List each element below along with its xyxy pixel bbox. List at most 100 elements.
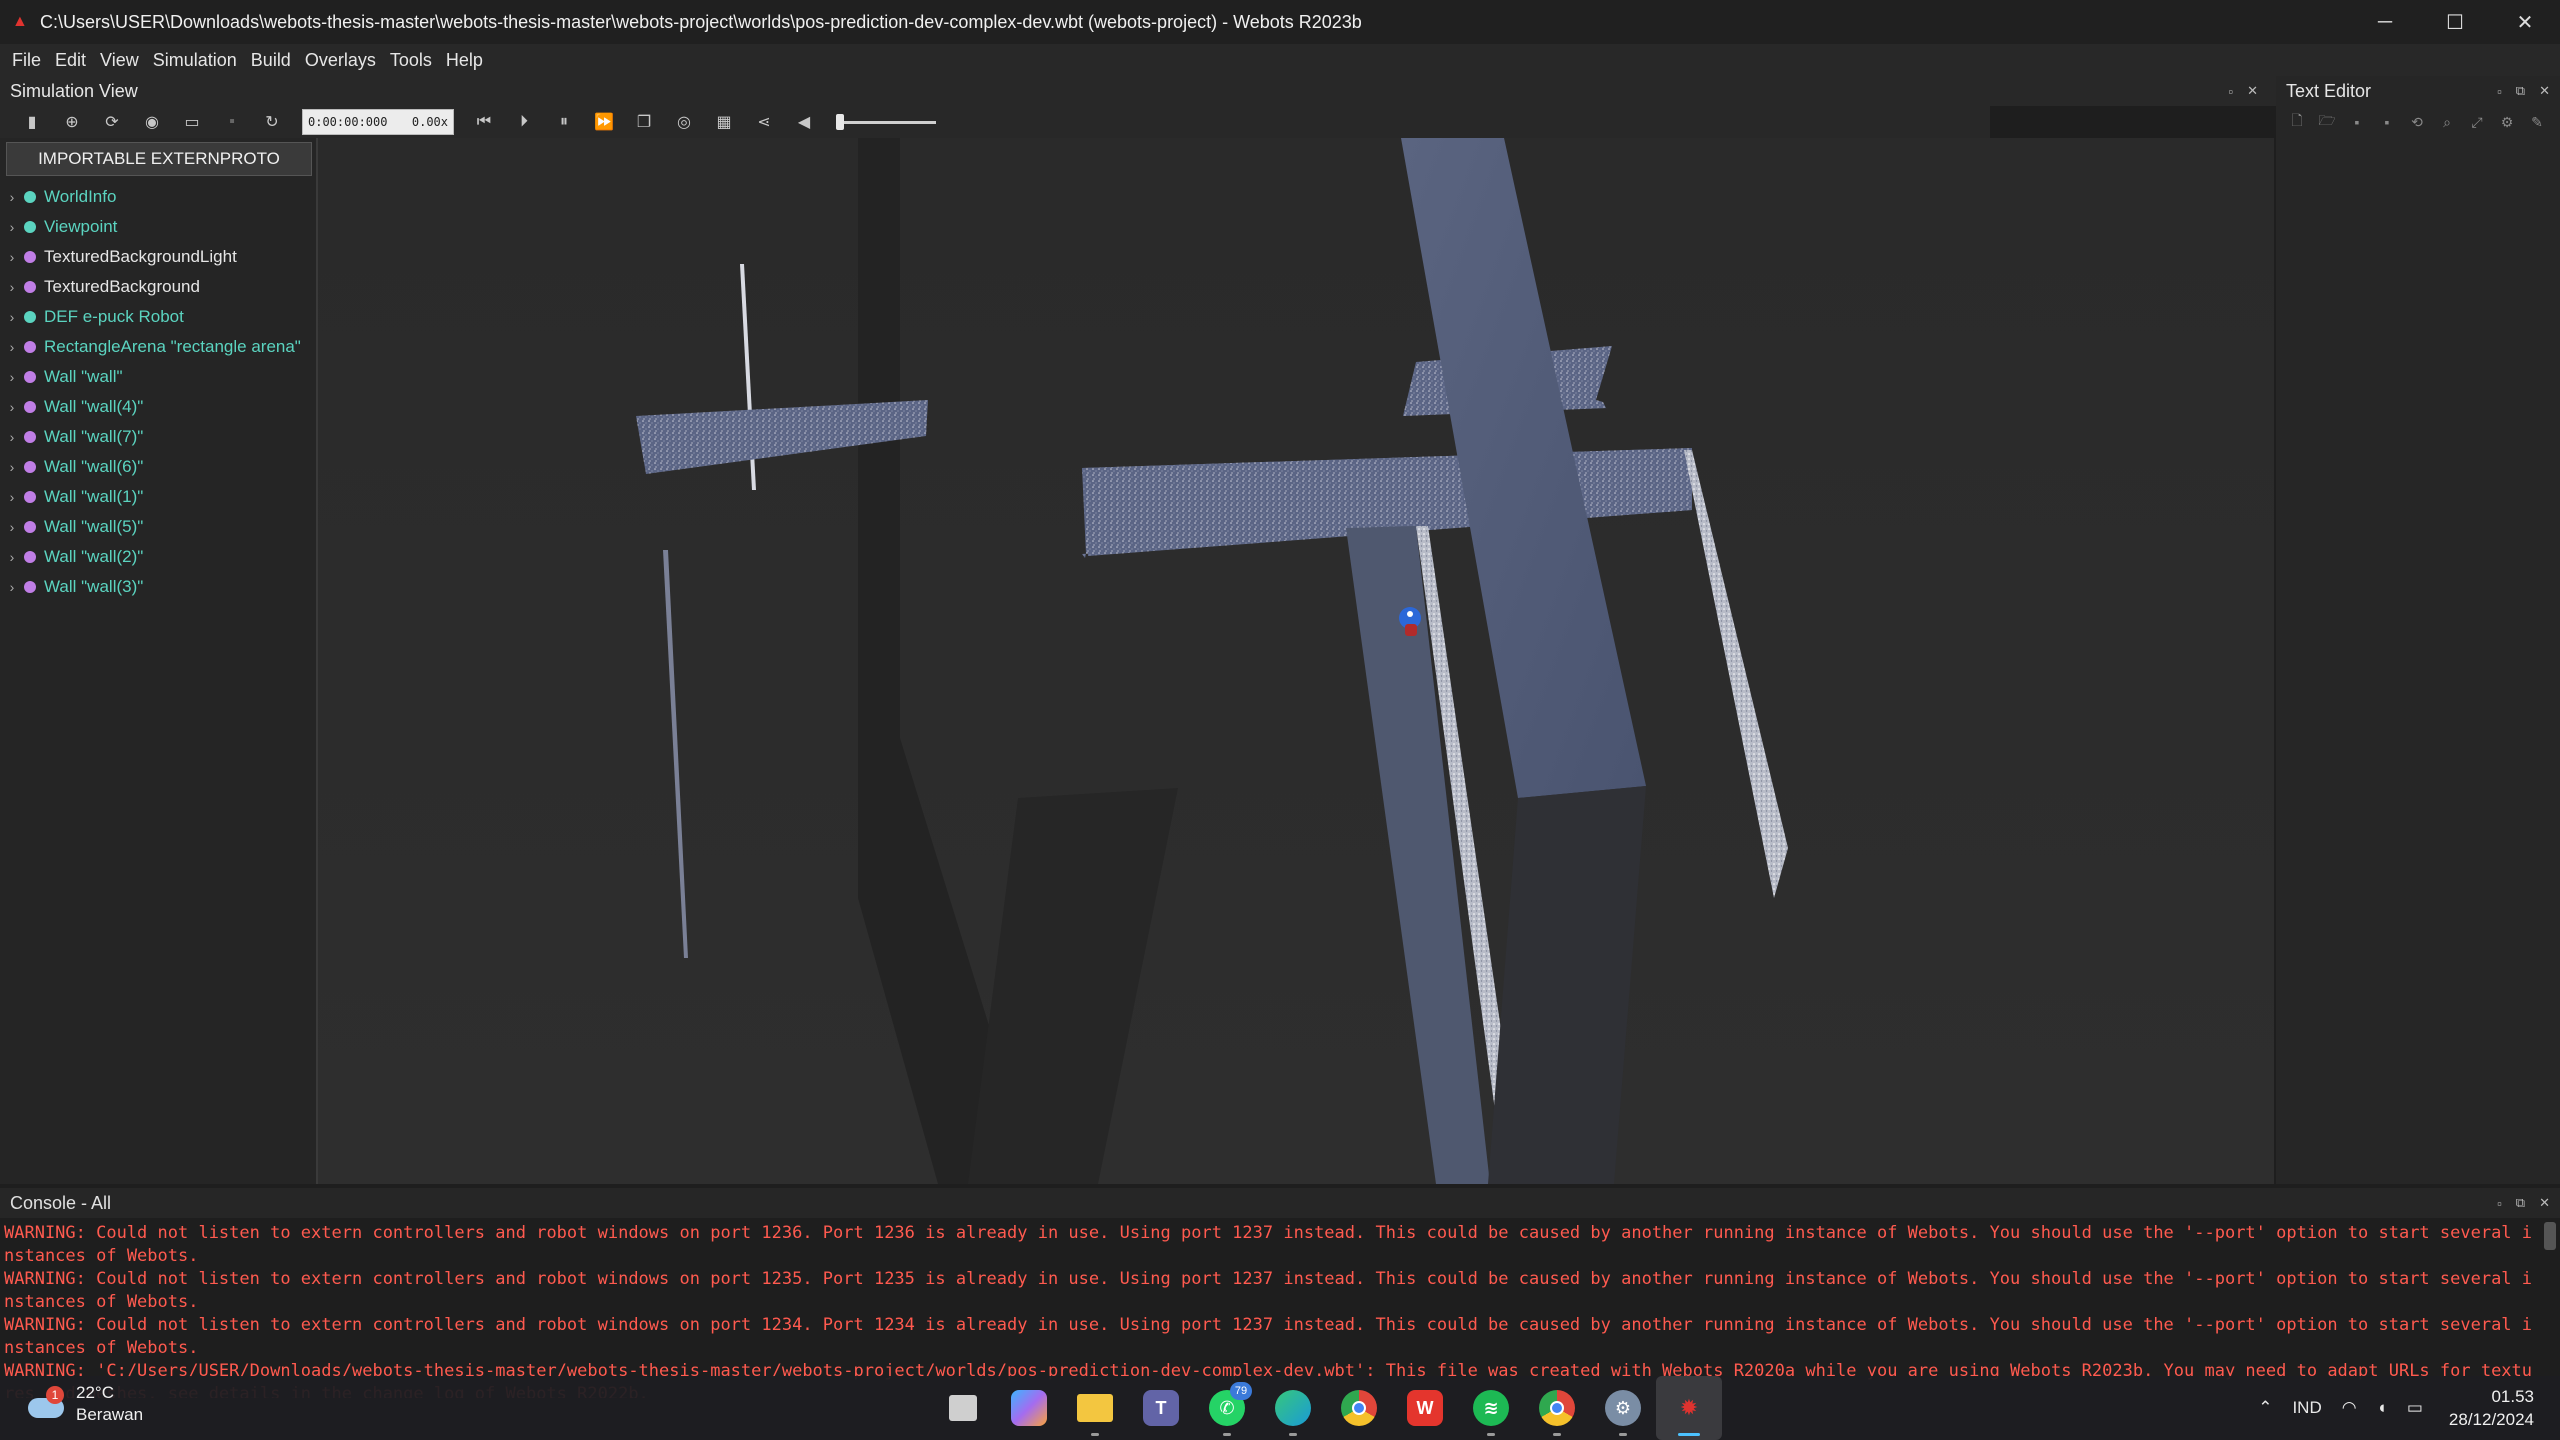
save-world-icon[interactable]: ▪ [221,111,243,133]
menu-tools[interactable]: Tools [384,50,438,71]
scene-tree-node[interactable]: › Wall "wall(7)" [0,422,316,452]
volume-slider-handle[interactable] [836,114,844,130]
menu-build[interactable]: Build [245,50,297,71]
find-icon[interactable]: ⌕ [2436,111,2458,133]
chrome-button[interactable] [1326,1376,1392,1440]
rendering-toggle-icon[interactable]: ❐ [633,111,655,133]
start-button[interactable] [864,1376,930,1440]
close-panel-icon[interactable]: ✕ [2539,83,2550,99]
text-editor-panel: 🗋 🗁 ▪ ▪ ⟲ ⌕ ⤢ ⚙ ✎ [2276,106,2560,1184]
chevron-up-icon[interactable]: ⌃ [2258,1398,2272,1418]
chevron-right-icon[interactable]: › [0,429,24,445]
screenshot-icon[interactable]: ◎ [673,111,695,133]
volume-icon[interactable]: ◖ [2377,1398,2387,1418]
scene-tree-node[interactable]: › Wall "wall(4)" [0,392,316,422]
importable-externproto-button[interactable]: IMPORTABLE EXTERNPROTO [6,142,312,176]
scene-tree-node[interactable]: › Viewpoint [0,212,316,242]
scene-tree-node[interactable]: › TexturedBackground [0,272,316,302]
teams-button[interactable]: T [1128,1376,1194,1440]
console-scrollbar[interactable] [2544,1222,2556,1250]
maximize-button[interactable]: ☐ [2420,0,2490,44]
battery-icon[interactable]: ▭ [2407,1398,2423,1418]
copilot-button[interactable] [996,1376,1062,1440]
scene-tree-node[interactable]: › RectangleArena "rectangle arena" [0,332,316,362]
wps-office-button[interactable]: W [1392,1376,1458,1440]
spotify-button[interactable]: ≋ [1458,1376,1524,1440]
volume-slider[interactable] [836,111,936,133]
scene-tree-node-label: Wall "wall(5)" [44,517,144,536]
weather-widget[interactable]: 1 22°C Berawan [26,1382,143,1426]
chrome-profile-button[interactable] [1524,1376,1590,1440]
float-panel-icon[interactable]: ▫ [2228,84,2233,99]
edge-button[interactable] [1260,1376,1326,1440]
menu-simulation[interactable]: Simulation [147,50,243,71]
chevron-right-icon[interactable]: › [0,489,24,505]
chevron-right-icon[interactable]: › [0,339,24,355]
mute-icon[interactable]: ◀ [793,111,815,133]
open-file-icon[interactable]: 🗁 [2316,111,2338,133]
sync-icon[interactable]: ⟳ [101,111,123,133]
save-file-icon[interactable]: ▪ [2346,111,2368,133]
menu-view[interactable]: View [94,50,145,71]
chevron-right-icon[interactable]: › [0,279,24,295]
chevron-right-icon[interactable]: › [0,309,24,325]
chevron-right-icon[interactable]: › [0,189,24,205]
float-panel-icon[interactable]: ▫ [2497,1196,2502,1211]
chevron-right-icon[interactable]: › [0,549,24,565]
add-node-icon[interactable]: ⊕ [61,111,83,133]
reload-world-icon[interactable]: ↻ [261,111,283,133]
webots-taskbar-button[interactable]: ✹ [1656,1376,1722,1440]
close-panel-icon[interactable]: ✕ [2247,83,2258,99]
scene-tree-node[interactable]: › WorldInfo [0,182,316,212]
menu-help[interactable]: Help [440,50,489,71]
scene-tree-node[interactable]: › DEF e-puck Robot [0,302,316,332]
save-as-icon[interactable]: ▪ [2376,111,2398,133]
view-eye-icon[interactable]: ◉ [141,111,163,133]
file-explorer-button[interactable] [1062,1376,1128,1440]
minimize-button[interactable]: ─ [2350,0,2420,44]
scene-tree-node[interactable]: › Wall "wall(5)" [0,512,316,542]
scene-tree-node[interactable]: › Wall "wall(6)" [0,452,316,482]
3d-scene-view[interactable] [318,138,2274,1184]
scene-tree-node[interactable]: › Wall "wall(1)" [0,482,316,512]
close-panel-icon[interactable]: ✕ [2539,1195,2550,1211]
chevron-right-icon[interactable]: › [0,219,24,235]
settings-icon[interactable]: ⚙ [2496,111,2518,133]
chevron-right-icon[interactable]: › [0,249,24,265]
menu-edit[interactable]: Edit [49,50,92,71]
chevron-right-icon[interactable]: › [0,399,24,415]
task-view-button[interactable] [930,1376,996,1440]
undock-panel-icon[interactable]: ⧉ [2516,83,2525,99]
wifi-icon[interactable]: ◠ [2342,1398,2357,1418]
chevron-right-icon[interactable]: › [0,369,24,385]
menu-file[interactable]: File [6,50,47,71]
scene-tree-node[interactable]: › Wall "wall" [0,362,316,392]
reset-simulation-icon[interactable]: ⏮ [473,111,495,133]
chevron-right-icon[interactable]: › [0,579,24,595]
open-world-icon[interactable]: ▭ [181,111,203,133]
chevron-right-icon[interactable]: › [0,519,24,535]
scene-tree-node[interactable]: › Wall "wall(3)" [0,572,316,602]
fast-forward-icon[interactable]: ⏩ [593,111,615,133]
undock-panel-icon[interactable]: ⧉ [2516,1195,2525,1211]
pause-icon[interactable]: ⏸ [553,111,575,133]
share-icon[interactable]: ⋖ [753,111,775,133]
new-file-icon[interactable]: 🗋 [2286,111,2308,133]
toggle-scene-tree-icon[interactable]: ▮ [21,111,43,133]
chevron-right-icon[interactable]: › [0,459,24,475]
revert-icon[interactable]: ⟲ [2406,111,2428,133]
input-language[interactable]: IND [2292,1398,2321,1418]
settings-button[interactable]: ⚙ [1590,1376,1656,1440]
clock[interactable]: 01.53 28/12/2024 [2449,1385,2534,1431]
menu-overlays[interactable]: Overlays [299,50,382,71]
replace-icon[interactable]: ⤢ [2466,111,2488,133]
close-button[interactable]: ✕ [2490,0,2560,44]
build-icon[interactable]: ✎ [2526,111,2548,133]
scene-tree-node[interactable]: › Wall "wall(2)" [0,542,316,572]
scene-tree-node[interactable]: › TexturedBackgroundLight [0,242,316,272]
step-icon[interactable]: ⏵ [513,111,535,133]
whatsapp-button[interactable]: ✆ 79 [1194,1376,1260,1440]
scene-tree-node-label: TexturedBackground [44,277,200,296]
record-movie-icon[interactable]: ▦ [713,111,735,133]
float-panel-icon[interactable]: ▫ [2497,84,2502,99]
